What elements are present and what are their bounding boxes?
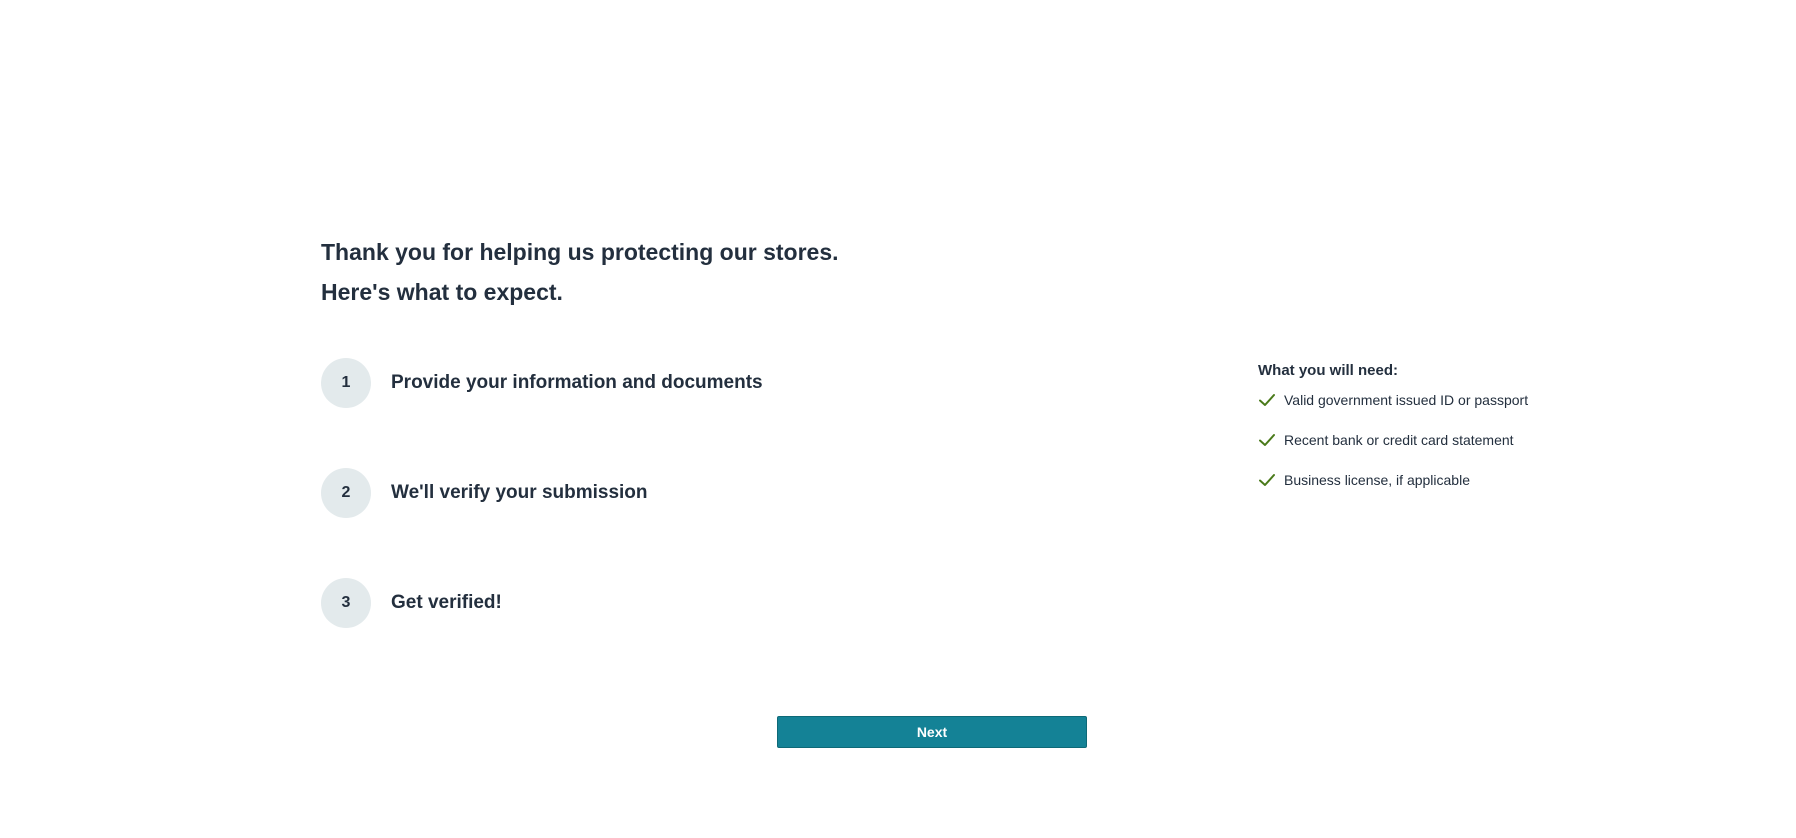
next-button[interactable]: Next xyxy=(777,716,1087,748)
requirement-text: Recent bank or credit card statement xyxy=(1284,432,1514,448)
step-item-3: 3 Get verified! xyxy=(321,578,921,628)
step-label: We'll verify your submission xyxy=(391,482,648,503)
requirement-item: Recent bank or credit card statement xyxy=(1258,428,1638,452)
requirements-panel: What you will need: Valid government iss… xyxy=(1258,360,1638,508)
requirement-text: Business license, if applicable xyxy=(1284,472,1470,488)
requirement-item: Valid government issued ID or passport xyxy=(1258,388,1638,412)
step-item-1: 1 Provide your information and documents xyxy=(321,358,921,408)
step-label: Provide your information and documents xyxy=(391,372,763,393)
check-icon xyxy=(1259,394,1275,406)
requirement-text: Valid government issued ID or passport xyxy=(1284,392,1529,408)
step-label: Get verified! xyxy=(391,592,502,613)
requirements-title: What you will need: xyxy=(1258,362,1399,379)
heading-line-thanks: Thank you for helping us protecting our … xyxy=(321,239,839,265)
step-number-badge: 3 xyxy=(321,578,371,628)
step-item-2: 2 We'll verify your submission xyxy=(321,468,921,518)
requirement-item: Business license, if applicable xyxy=(1258,468,1638,492)
page-heading: Thank you for helping us protecting our … xyxy=(321,232,839,312)
heading-line-expect: Here's what to expect. xyxy=(321,279,563,305)
step-number-badge: 1 xyxy=(321,358,371,408)
check-icon xyxy=(1259,474,1275,486)
check-icon xyxy=(1259,434,1275,446)
verification-intro-page: Thank you for helping us protecting our … xyxy=(0,0,1796,838)
step-number-badge: 2 xyxy=(321,468,371,518)
